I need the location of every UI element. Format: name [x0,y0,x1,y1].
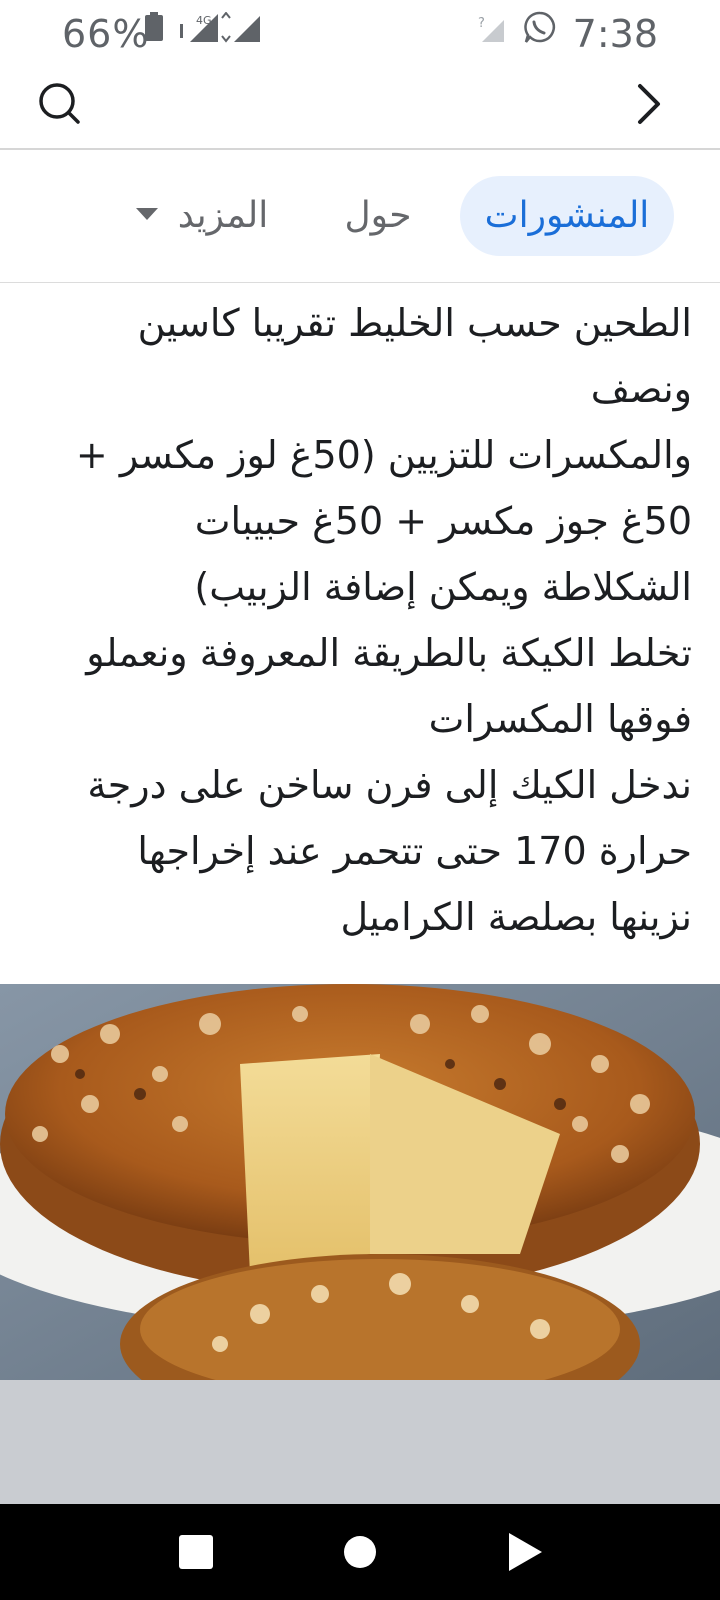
post-line: الطحين حسب الخليط تقريبا كاسين [137,301,692,345]
back-triangle-icon [509,1533,542,1571]
post-line: تخلط الكيكة بالطريقة المعروفة ونعملو [86,631,692,675]
post-line: والمكسرات للتزيين (50غ لوز مكسر + [75,433,692,477]
forward-button[interactable] [620,76,676,132]
chevron-right-icon [638,84,660,124]
search-button[interactable] [32,76,88,132]
post-line: فوقها المكسرات [428,697,692,741]
tab-posts[interactable]: المنشورات [460,176,674,256]
recents-button[interactable] [172,1528,220,1576]
system-nav-bar [0,1504,720,1600]
tab-more-label: المزيد [177,195,269,236]
back-button[interactable] [500,1528,548,1576]
signal-4g-icon: 4G [180,12,260,43]
no-signal-icon: ? [478,16,504,42]
tab-more[interactable]: المزيد [124,176,280,256]
post-line: ندخل الكيك إلى فرن ساخن على درجة [87,763,692,807]
recents-square-icon [179,1535,213,1569]
post-line: ونصف [590,367,692,411]
cake-photo [0,984,720,1380]
feed-background [0,1380,720,1504]
battery-percent: 66% [62,12,150,56]
search-icon [39,83,80,124]
post-line: 50غ جوز مكسر + 50غ حبيبات [194,499,692,543]
dropdown-caret-icon [135,208,158,220]
clipped-line-fragment [40,282,692,290]
post-line: حرارة 170 حتى تتحمر عند إخراجها [137,829,692,873]
tab-about[interactable]: حول [318,176,438,256]
post-line: نزينها بصلصة الكراميل [340,895,692,939]
top-bar [0,66,720,150]
profile-tabs: المنشورات حول المزيد [0,148,720,283]
battery-icon [145,12,163,41]
whatsapp-icon [524,11,556,43]
home-circle-icon [344,1536,376,1568]
home-button[interactable] [336,1528,384,1576]
tab-about-label: حول [344,195,412,236]
clock: 7:38 [572,12,658,56]
post-line: الشكلاطة ويمكن إضافة الزبيب) [194,565,692,609]
svg-text:?: ? [478,16,485,31]
post-text: الطحين حسب الخليط تقريبا كاسين ونصف والم… [40,282,692,982]
tab-posts-label: المنشورات [484,195,650,236]
post-photo[interactable] [0,984,720,1380]
status-bar: 66% 4G ? 7:38 [0,0,720,66]
